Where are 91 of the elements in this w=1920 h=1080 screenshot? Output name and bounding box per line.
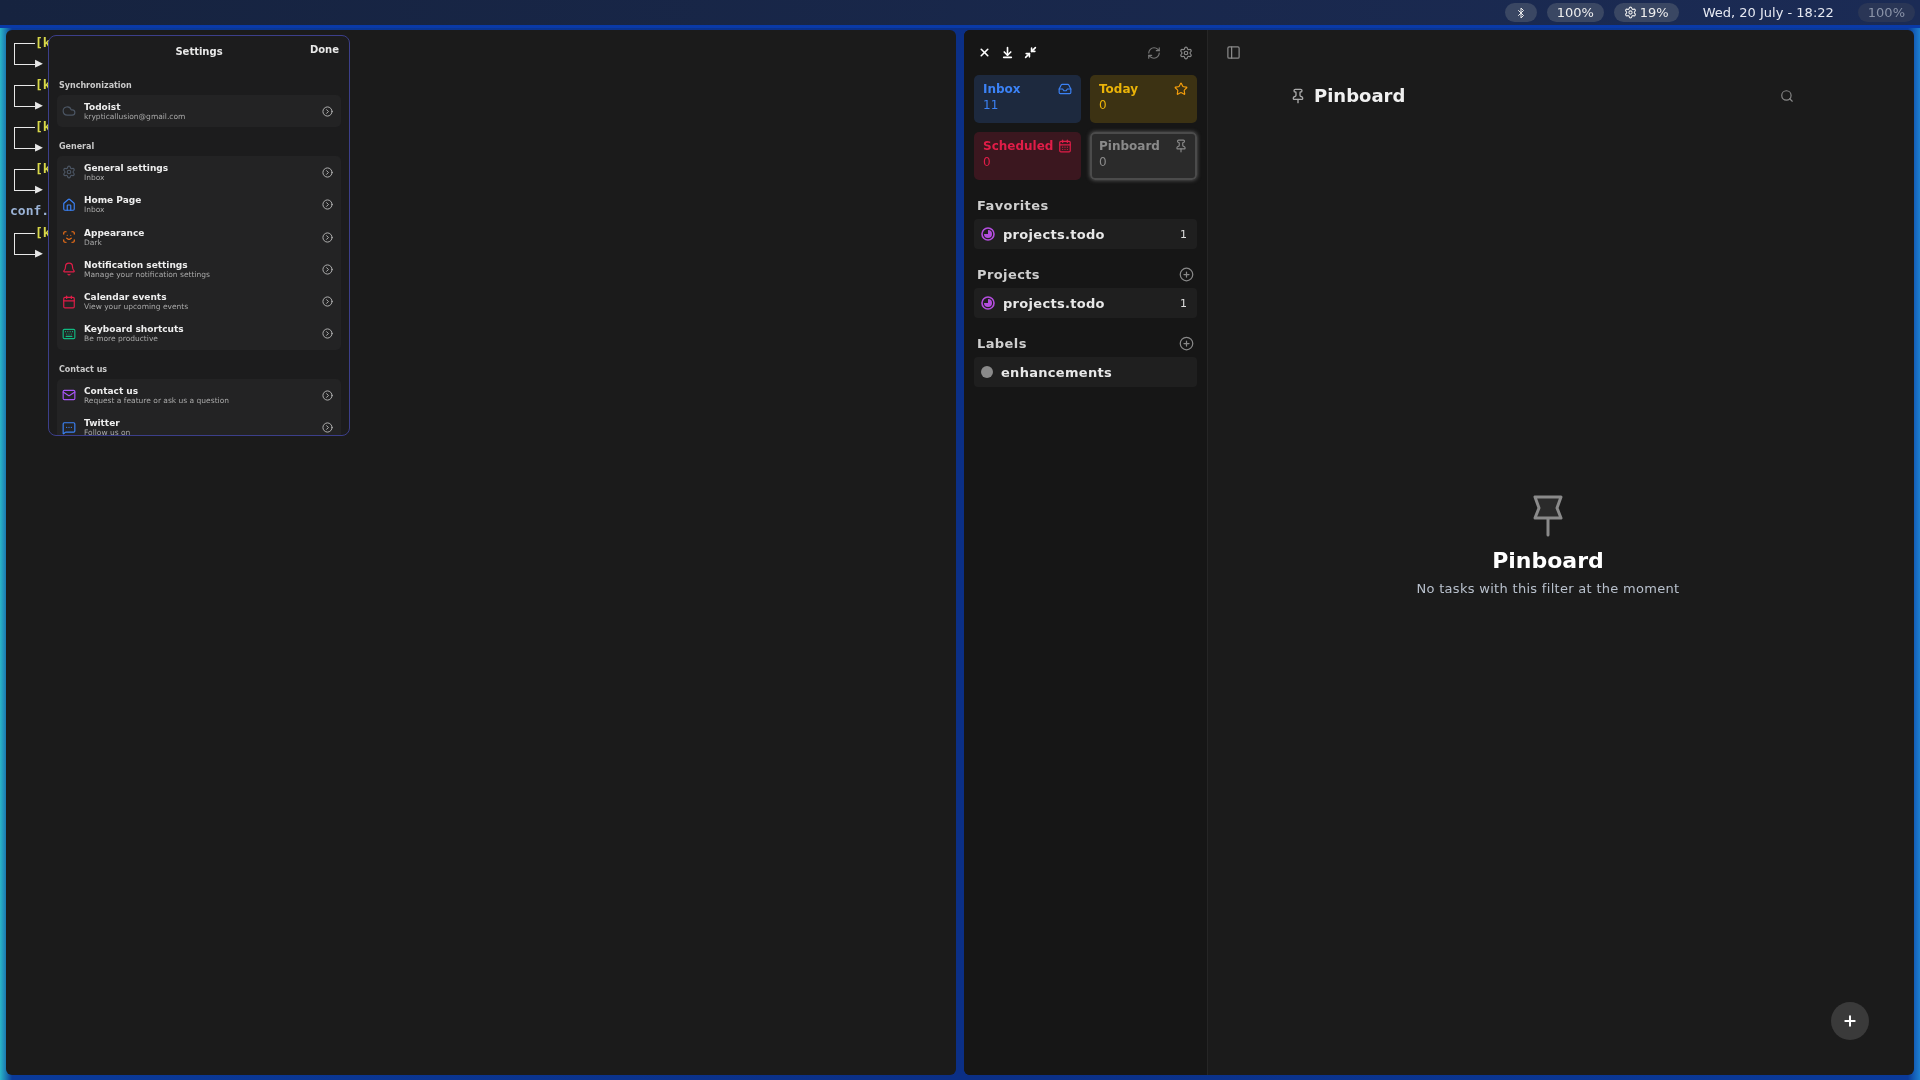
section-title: Contact us (58, 364, 109, 377)
close-button[interactable] (978, 46, 991, 59)
tree-branch-line (14, 233, 35, 255)
add-icon[interactable] (1179, 336, 1194, 351)
section-title: General (58, 141, 96, 154)
card-label: Scheduled (983, 139, 1054, 153)
card-count: 0 (1099, 155, 1108, 169)
settings-item-icon (62, 294, 76, 309)
download-button[interactable] (1001, 46, 1014, 59)
item-count: 1 (1180, 296, 1187, 310)
settings-item-title: Home Page (84, 195, 143, 206)
settings-item-icon (62, 230, 76, 245)
section-title: Synchronization (58, 80, 133, 92)
sidebar-section-title: Labels (977, 336, 1027, 351)
card-icon (1058, 82, 1072, 96)
project-icon (981, 296, 995, 310)
battery-indicator[interactable]: 100% (1857, 3, 1915, 22)
pin-icon (1290, 87, 1306, 104)
done-button[interactable]: Done (309, 44, 339, 55)
label-item[interactable]: enhancements (974, 357, 1197, 387)
settings-item-icon (62, 104, 76, 119)
sidebar-section-title: Favorites (977, 198, 1049, 213)
add-task-button[interactable] (1831, 1002, 1869, 1040)
settings-item-icon (62, 262, 76, 277)
tree-branch-line (14, 43, 35, 65)
settings-item-icon (62, 165, 76, 180)
settings-item-icon (62, 197, 76, 212)
settings-item-title: Todoist (84, 101, 122, 112)
prompt-arrow: ▶ (35, 54, 44, 72)
terminal-text: conf. (10, 202, 51, 220)
card-count: 0 (983, 155, 992, 169)
settings-item-icon (62, 326, 76, 341)
chevron-icon (322, 328, 333, 340)
settings-item-title: Keyboard shortcuts (84, 324, 185, 335)
chevron-icon (322, 422, 333, 433)
tree-branch-line (14, 127, 35, 149)
empty-state-title: Pinboard (1492, 548, 1604, 573)
page-title: Pinboard (1314, 85, 1407, 106)
filter-card[interactable]: Today 0 (1090, 75, 1197, 123)
settings-item-icon (62, 420, 76, 435)
item-name: projects.todo (1003, 226, 1106, 242)
clock: Wed, 20 July - 18:22 (1701, 5, 1835, 20)
settings-item-title: Calendar events (84, 292, 168, 303)
tree-branch-line (14, 169, 35, 191)
card-icon (1174, 139, 1188, 153)
card-icon (1058, 139, 1072, 153)
chevron-icon (322, 199, 333, 211)
brightness-indicator[interactable]: 19% (1613, 3, 1679, 22)
empty-state-message: No tasks with this filter at the moment (1416, 581, 1680, 596)
chevron-icon (322, 231, 333, 243)
chevron-icon (322, 166, 333, 178)
card-label: Pinboard (1099, 139, 1160, 153)
sidebar-toggle-button[interactable] (1226, 45, 1241, 60)
card-label: Today (1099, 82, 1138, 96)
card-count: 11 (983, 98, 1000, 112)
search-button[interactable] (1780, 88, 1794, 103)
settings-item-title: Appearance (84, 227, 146, 238)
card-icon (1174, 82, 1188, 96)
chevron-icon (322, 263, 333, 275)
plus-icon (1842, 1013, 1858, 1029)
card-count: 0 (1099, 98, 1108, 112)
filter-card[interactable]: Inbox 11 (974, 75, 1081, 123)
tree-branch-line (14, 85, 35, 107)
bluetooth-icon[interactable] (1504, 3, 1537, 22)
prompt-arrow: ▶ (35, 96, 44, 114)
project-item[interactable]: projects.todo 1 (974, 288, 1197, 318)
prompt-arrow: ▶ (35, 244, 44, 262)
prompt-arrow: ▶ (35, 180, 44, 198)
add-icon[interactable] (1179, 267, 1194, 282)
chevron-icon (322, 105, 333, 117)
settings-item-title: Notification settings (84, 259, 189, 270)
filter-card[interactable]: Pinboard 0 (1090, 132, 1197, 180)
settings-item-icon (62, 388, 76, 403)
card-label: Inbox (983, 82, 1021, 96)
chevron-icon (322, 389, 333, 401)
project-icon (981, 227, 995, 241)
volume-indicator[interactable]: 100% (1546, 3, 1604, 22)
settings-item-title: Contact us (84, 385, 140, 396)
sidebar-section-title: Projects (977, 267, 1040, 282)
settings-button[interactable] (1179, 45, 1193, 60)
item-name: projects.todo (1003, 295, 1106, 311)
project-item[interactable]: projects.todo 1 (974, 219, 1197, 249)
minimize-button[interactable] (1024, 46, 1037, 59)
item-count: 1 (1180, 227, 1187, 241)
settings-item-title: General settings (84, 162, 170, 173)
popover-title: Settings (175, 45, 223, 57)
chevron-icon (322, 296, 333, 308)
sync-button[interactable] (1147, 45, 1161, 60)
settings-item-title: Twitter (84, 418, 121, 428)
prompt-arrow: ▶ (35, 138, 44, 156)
item-name: enhancements (1001, 364, 1114, 380)
